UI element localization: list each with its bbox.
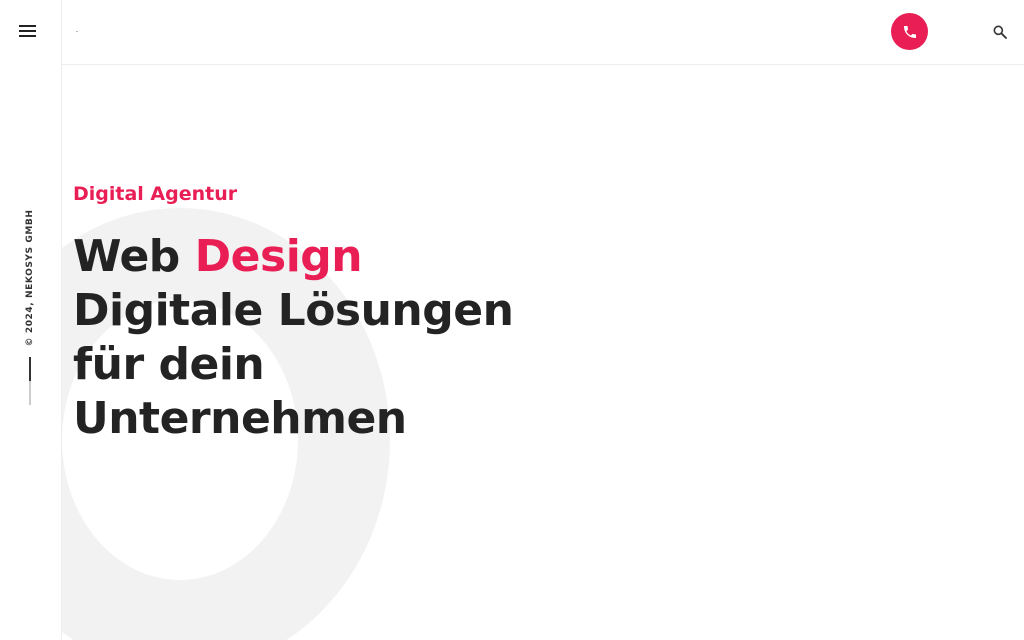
search-icon <box>993 25 1007 39</box>
headline-word-web: Web <box>73 231 180 282</box>
menu-button[interactable] <box>19 22 41 40</box>
phone-button[interactable] <box>891 13 928 50</box>
phone-icon <box>903 25 916 38</box>
header-logo-placeholder <box>76 31 78 32</box>
top-header <box>62 0 1024 65</box>
sidebar-scroll-indicator <box>29 357 31 405</box>
headline-line-2: Digitale Lösungen <box>73 285 514 336</box>
hero-section: Digital Agentur Web Design Digitale Lösu… <box>73 180 514 446</box>
copyright-text: © 2024, NEKOSYS GMBH <box>25 209 35 347</box>
headline-line-3: für dein <box>73 339 265 390</box>
page: © 2024, NEKOSYS GMBH Digital Agentur Web… <box>0 0 1024 640</box>
search-button[interactable] <box>990 22 1010 42</box>
headline-line-4: Unternehmen <box>73 393 407 444</box>
left-sidebar: © 2024, NEKOSYS GMBH <box>0 0 62 640</box>
hamburger-menu-icon <box>19 25 36 27</box>
hero-eyebrow: Digital Agentur <box>73 183 238 205</box>
headline-line-1: Web Design <box>73 230 513 284</box>
hero-headline: Web Design Digitale Lösungen für dein Un… <box>73 230 514 446</box>
headline-accent-design: Design <box>194 231 363 282</box>
